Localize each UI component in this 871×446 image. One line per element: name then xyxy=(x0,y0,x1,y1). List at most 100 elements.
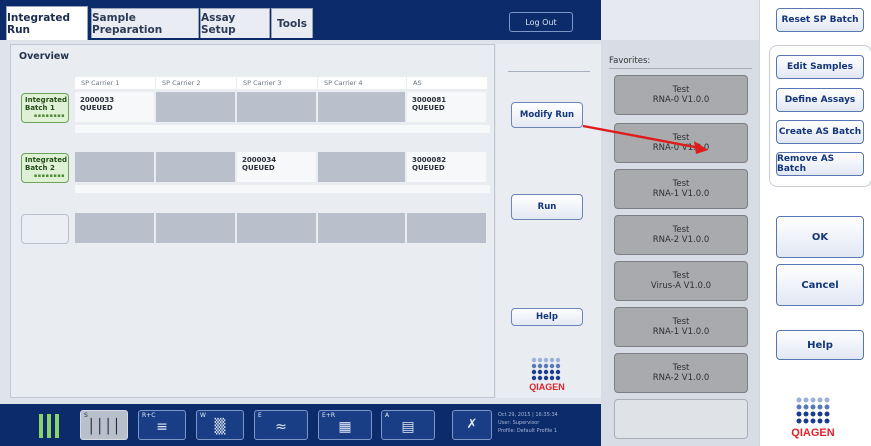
carrier-batch-id: 2000034 xyxy=(242,156,277,164)
overview-panel: Overview SP Carrier 1 SP Carrier 2 SP Ca… xyxy=(10,44,495,398)
reset-sp-batch-button[interactable]: Reset SP Batch xyxy=(776,8,864,32)
eluate-icon[interactable]: E ≈ xyxy=(254,410,308,440)
favorite-line-2: Virus-A V1.0.0 xyxy=(650,281,712,291)
station-glyph: ≡ xyxy=(156,419,168,435)
column-header-sp-carrier-4: SP Carrier 4 xyxy=(318,77,406,89)
batch-progress-dots: ▪▪▪▪▪▪▪▪ xyxy=(33,173,65,179)
session-profile: Profile: Default Profile 1 xyxy=(498,428,557,434)
edit-samples-button[interactable]: Edit Samples xyxy=(776,55,864,79)
session-datetime: Oct 29, 2015 | 16:35:34 xyxy=(498,412,558,418)
carrier-batch-status: QUEUED xyxy=(80,104,113,112)
favorite-line-1: Test xyxy=(672,271,690,281)
remove-as-batch-button[interactable]: Remove AS Batch xyxy=(776,152,864,176)
cancel-button[interactable]: Cancel xyxy=(776,264,864,306)
tab-assay-setup[interactable]: Assay Setup xyxy=(200,8,270,38)
top-navigation-bar: Integrated Run Sample Preparation Assay … xyxy=(0,0,601,40)
favorite-line-2: RNA-1 V1.0.0 xyxy=(652,327,710,337)
tab-integrated-run[interactable]: Integrated Run xyxy=(6,6,88,40)
wrench-screwdriver-glyph: ✗ xyxy=(466,417,478,432)
batch-label-empty[interactable] xyxy=(21,214,69,244)
overview-title: Overview xyxy=(19,51,70,62)
svg-text:QIAGEN: QIAGEN xyxy=(529,382,565,392)
sidebar-divider xyxy=(508,71,590,72)
batch-label-integrated-batch-2[interactable]: Integrated Batch 2 ▪▪▪▪▪▪▪▪ xyxy=(21,153,69,183)
log-out-button[interactable]: Log Out xyxy=(509,12,573,32)
as-cell-empty xyxy=(407,213,487,243)
station-glyph: ││││ xyxy=(87,419,121,435)
favorite-item[interactable]: Test RNA-0 V1.0.0 xyxy=(614,75,748,115)
screen: Integrated Run Sample Preparation Assay … xyxy=(0,0,871,446)
dialog-help-button[interactable]: Help xyxy=(776,330,864,360)
help-button[interactable]: Help xyxy=(511,308,583,326)
session-user: User: Supervisor xyxy=(498,420,540,426)
favorites-header xyxy=(601,0,759,40)
favorite-line-1: Test xyxy=(672,179,690,189)
create-as-batch-button[interactable]: Create AS Batch xyxy=(776,120,864,144)
carrier-cell[interactable]: 2000033 QUEUED xyxy=(75,92,155,122)
action-sidebar xyxy=(496,44,601,398)
column-header-as: AS xyxy=(407,77,487,89)
carrier-cell-empty xyxy=(237,213,317,243)
favorite-line-2: RNA-0 V1.0.0 xyxy=(652,143,710,153)
define-assays-button[interactable]: Define Assays xyxy=(776,88,864,112)
station-code: R+C xyxy=(142,412,156,419)
tab-sample-preparation[interactable]: Sample Preparation xyxy=(91,8,199,38)
as-cell[interactable]: 3000082 QUEUED xyxy=(407,152,487,182)
batch-label-text: Integrated Batch 1 xyxy=(25,96,67,112)
batch-label-integrated-batch-1[interactable]: Integrated Batch 1 ▪▪▪▪▪▪▪▪ xyxy=(21,93,69,123)
column-header-sp-carrier-2: SP Carrier 2 xyxy=(156,77,236,89)
carrier-cell-empty xyxy=(75,213,155,243)
favorite-item-empty[interactable] xyxy=(614,399,748,439)
waste-icon[interactable]: W ▒ xyxy=(196,410,244,440)
favorite-item[interactable]: Test RNA-2 V1.0.0 xyxy=(614,353,748,393)
ok-button[interactable]: OK xyxy=(776,216,864,258)
favorite-line-1: Test xyxy=(672,225,690,235)
station-code: E+R xyxy=(322,412,335,419)
tab-tools[interactable]: Tools xyxy=(271,8,313,38)
carrier-cell-empty xyxy=(156,152,236,182)
run-button[interactable]: Run xyxy=(511,194,583,220)
session-info: Oct 29, 2015 | 16:35:34 User: Supervisor… xyxy=(498,411,558,435)
tools-icon[interactable]: ✗ xyxy=(452,410,492,440)
carrier-cell-empty xyxy=(156,213,236,243)
as-batch-id: 3000082 xyxy=(412,156,447,164)
station-glyph: ▦ xyxy=(338,419,352,435)
as-batch-id: 3000081 xyxy=(412,96,447,104)
favorite-line-1: Test xyxy=(672,85,690,95)
assay-icon[interactable]: A ▤ xyxy=(381,410,435,440)
column-header-sp-carrier-3: SP Carrier 3 xyxy=(237,77,317,89)
favorite-item[interactable]: Test RNA-2 V1.0.0 xyxy=(614,215,748,255)
as-batch-status: QUEUED xyxy=(412,104,445,112)
modify-run-button[interactable]: Modify Run xyxy=(511,102,583,128)
column-header-sp-carrier-1: SP Carrier 1 xyxy=(75,77,155,89)
favorites-panel: Favorites: Test RNA-0 V1.0.0 Test RNA-0 … xyxy=(601,0,759,446)
carrier-batch-id: 2000033 xyxy=(80,96,115,104)
carrier-batch-status: QUEUED xyxy=(242,164,275,172)
carrier-cell-empty xyxy=(75,152,155,182)
station-glyph: ▤ xyxy=(401,419,415,435)
svg-text:QIAGEN: QIAGEN xyxy=(791,427,834,439)
favorite-line-2: RNA-1 V1.0.0 xyxy=(652,189,710,199)
eluate-reagents-icon[interactable]: E+R ▦ xyxy=(318,410,372,440)
carrier-cell-empty xyxy=(237,92,317,122)
station-code: A xyxy=(385,412,390,419)
favorite-item[interactable]: Test RNA-0 V1.0.0 xyxy=(614,123,748,163)
main-window: Integrated Run Sample Preparation Assay … xyxy=(0,0,601,446)
favorite-line-1: Test xyxy=(672,133,690,143)
qiagen-logo: QIAGEN xyxy=(791,396,837,444)
carrier-cell[interactable]: 2000034 QUEUED xyxy=(237,152,317,182)
favorite-line-2: RNA-2 V1.0.0 xyxy=(652,235,710,245)
carrier-cell-empty xyxy=(318,213,406,243)
as-cell[interactable]: 3000081 QUEUED xyxy=(407,92,487,122)
favorite-item[interactable]: Test Virus-A V1.0.0 xyxy=(614,261,748,301)
reagents-consumables-icon[interactable]: R+C ≡ xyxy=(138,410,186,440)
instrument-status-icon[interactable] xyxy=(36,412,62,440)
favorite-item[interactable]: Test RNA-1 V1.0.0 xyxy=(614,307,748,347)
favorite-item[interactable]: Test RNA-1 V1.0.0 xyxy=(614,169,748,209)
favorites-title: Favorites: xyxy=(609,56,651,66)
station-code: E xyxy=(258,412,262,419)
favorite-line-1: Test xyxy=(672,317,690,327)
sample-station-icon[interactable]: S ││││ xyxy=(80,410,128,440)
carrier-cell-empty xyxy=(318,152,406,182)
station-glyph: ▒ xyxy=(214,419,226,435)
